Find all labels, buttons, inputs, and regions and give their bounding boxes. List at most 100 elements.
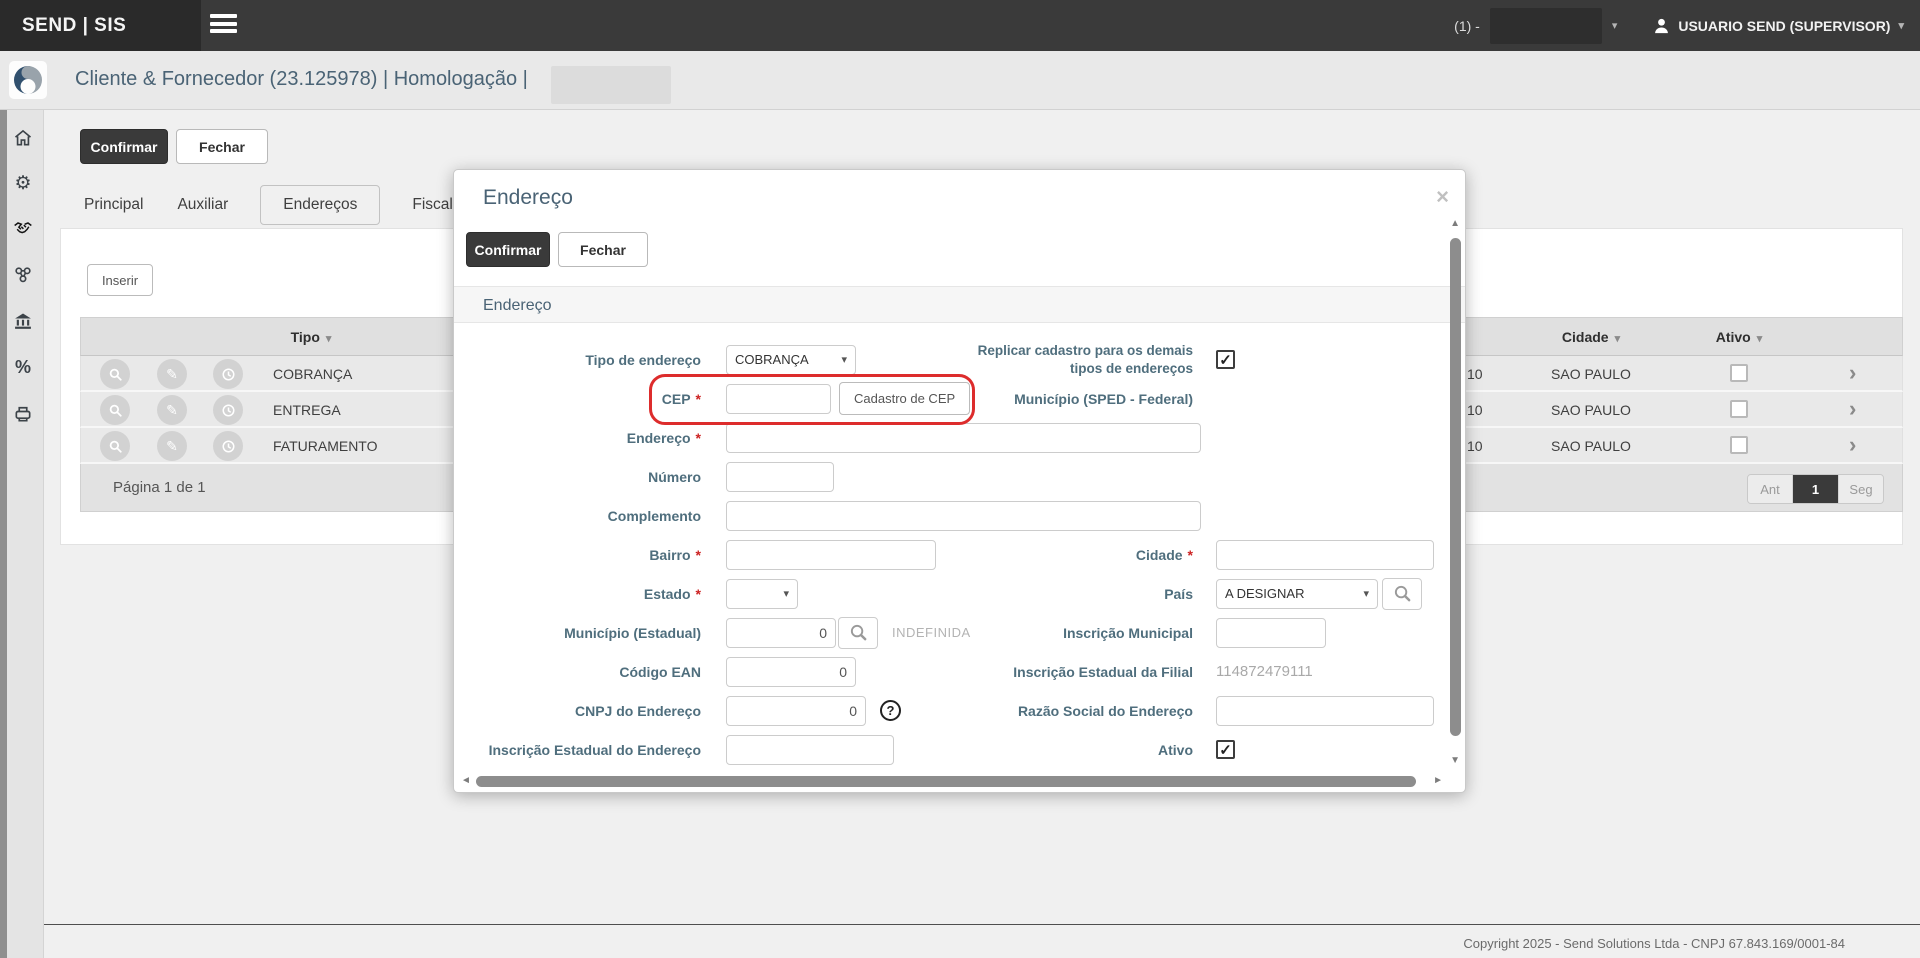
- cell-tipo: ENTREGA: [273, 402, 341, 418]
- municipio-estadual-label: Município (Estadual): [564, 624, 701, 641]
- razao-social-input[interactable]: [1216, 695, 1434, 726]
- cep-input[interactable]: [726, 383, 831, 414]
- replicar-label: Replicar cadastro para os demais tipos d…: [977, 342, 1193, 376]
- modal-close-button[interactable]: Fechar: [558, 232, 648, 267]
- modal-confirm-button[interactable]: Confirmar: [466, 232, 550, 267]
- horizontal-scrollbar-thumb[interactable]: [476, 776, 1416, 787]
- ativo-checkbox[interactable]: [1730, 364, 1748, 382]
- tab-fiscal[interactable]: Fiscal: [410, 186, 454, 224]
- bank-icon[interactable]: [12, 310, 34, 332]
- complemento-input[interactable]: [726, 500, 1201, 531]
- pais-select[interactable]: A DESIGNAR ▾: [1216, 578, 1378, 609]
- scroll-left-icon[interactable]: ◄: [461, 775, 471, 786]
- scroll-down-icon[interactable]: ▼: [1450, 755, 1460, 766]
- edit-pencil-icon[interactable]: ✎: [157, 359, 187, 389]
- codigo-ean-label: Código EAN: [619, 663, 701, 680]
- cnpj-endereco-input[interactable]: [726, 695, 866, 726]
- tab-principal[interactable]: Principal: [82, 186, 145, 224]
- replicar-checkbox[interactable]: ✓: [1216, 350, 1235, 369]
- row-chevron-icon[interactable]: ›: [1849, 392, 1856, 426]
- insert-button[interactable]: Inserir: [87, 264, 153, 296]
- bairro-input[interactable]: [726, 539, 936, 570]
- ie-filial-value: 114872479111: [1216, 663, 1313, 680]
- sidebar-scrollbar[interactable]: [0, 110, 7, 958]
- endereco-modal: × Endereço Confirmar Fechar Endereço Tip…: [453, 169, 1466, 793]
- inscricao-municipal-label: Inscrição Municipal: [1063, 624, 1193, 641]
- navbar-right: (1) - ▾ USUARIO SEND (SUPERVISOR) ▾: [1454, 0, 1904, 51]
- scroll-right-icon[interactable]: ►: [1433, 775, 1443, 786]
- column-header-cidade[interactable]: Cidade ▾: [1511, 318, 1671, 359]
- tab-auxiliar[interactable]: Auxiliar: [175, 186, 230, 224]
- tipo-endereco-select[interactable]: COBRANÇA ▾: [726, 344, 856, 375]
- bairro-label: Bairro: [649, 546, 691, 563]
- network-nodes-icon[interactable]: [12, 264, 34, 286]
- vertical-scrollbar-thumb[interactable]: [1450, 238, 1461, 736]
- pais-label: País: [1164, 585, 1193, 602]
- tab-enderecos[interactable]: Endereços: [260, 184, 381, 225]
- cidade-input[interactable]: [1216, 539, 1434, 570]
- history-clock-icon[interactable]: [213, 431, 243, 461]
- cell-cidade: SAO PAULO: [1551, 366, 1631, 382]
- history-clock-icon[interactable]: [213, 395, 243, 425]
- ativo-checkbox[interactable]: [1730, 436, 1748, 454]
- cell-cep-fragment: 10: [1467, 366, 1483, 382]
- view-icon[interactable]: [100, 359, 130, 389]
- printer-icon[interactable]: [12, 403, 34, 425]
- help-icon[interactable]: ?: [880, 700, 901, 721]
- form-row-municipio-estadual: Município (Estadual) INDEFINIDA Inscriçã…: [454, 613, 1450, 652]
- codigo-ean-input[interactable]: [726, 656, 856, 687]
- settings-gears-icon[interactable]: ⚙: [12, 172, 34, 194]
- cell-cep-fragment: 10: [1467, 438, 1483, 454]
- column-header-tipo[interactable]: Tipo ▾: [251, 318, 371, 359]
- edit-pencil-icon[interactable]: ✎: [157, 431, 187, 461]
- user-label: USUARIO SEND (SUPERVISOR): [1678, 17, 1891, 34]
- select-caret-icon: ▾: [1363, 588, 1369, 600]
- company-name-redacted: [1489, 7, 1602, 44]
- municipio-search-button[interactable]: [838, 616, 878, 649]
- form-row-estado-pais: Estado * ▾ País A DESIGNAR ▾: [454, 574, 1450, 613]
- row-chevron-icon[interactable]: ›: [1849, 356, 1856, 390]
- close-button[interactable]: Fechar: [176, 129, 268, 164]
- form-row-cnpj: CNPJ do Endereço ? Razão Social do Ender…: [454, 691, 1450, 730]
- home-icon[interactable]: [12, 127, 34, 149]
- form-row-bairro-cidade: Bairro * Cidade *: [454, 535, 1450, 574]
- hamburger-menu-icon[interactable]: [210, 14, 237, 37]
- endereco-input[interactable]: [726, 422, 1201, 453]
- view-icon[interactable]: [100, 395, 130, 425]
- history-clock-icon[interactable]: [213, 359, 243, 389]
- pagination-current[interactable]: 1: [1793, 475, 1838, 503]
- row-chevron-icon[interactable]: ›: [1849, 428, 1856, 462]
- scroll-up-icon[interactable]: ▲: [1450, 218, 1460, 229]
- partners-handshake-icon[interactable]: [12, 217, 34, 239]
- municipio-estadual-input[interactable]: [726, 617, 836, 648]
- cadastro-cep-button[interactable]: Cadastro de CEP: [839, 382, 971, 415]
- edit-pencil-icon[interactable]: ✎: [157, 395, 187, 425]
- inscricao-municipal-input[interactable]: [1216, 617, 1326, 648]
- pagination-prev[interactable]: Ant: [1748, 475, 1793, 503]
- page-title: Cliente & Fornecedor (23.125978) | Homol…: [75, 68, 528, 90]
- modal-close-icon[interactable]: ×: [1436, 184, 1449, 210]
- company-dropdown-caret-icon[interactable]: ▾: [1612, 19, 1618, 32]
- sort-caret-icon: ▾: [1756, 333, 1763, 345]
- user-icon: [1655, 18, 1669, 34]
- form-row-codigo-ean: Código EAN Inscrição Estadual da Filial …: [454, 652, 1450, 691]
- percent-icon[interactable]: %: [12, 356, 34, 378]
- user-menu[interactable]: USUARIO SEND (SUPERVISOR) ▾: [1653, 17, 1904, 34]
- pais-search-button[interactable]: [1382, 577, 1422, 610]
- estado-select[interactable]: ▾: [726, 578, 798, 609]
- municipio-status-text: INDEFINIDA: [892, 625, 971, 640]
- check-icon: ✓: [1219, 351, 1232, 369]
- select-caret-icon: ▾: [783, 588, 789, 600]
- form-row-cep: CEP * Cadastro de CEP Município (SPED - F…: [454, 379, 1450, 418]
- pagination-next[interactable]: Seg: [1838, 475, 1883, 503]
- confirm-button[interactable]: Confirmar: [80, 129, 168, 164]
- magnifier-icon: [850, 624, 866, 641]
- cnpj-endereco-label: CNPJ do Endereço: [574, 702, 701, 719]
- column-header-ativo[interactable]: Ativo ▾: [1689, 318, 1789, 359]
- ativo-checkbox-modal[interactable]: ✓: [1216, 740, 1235, 759]
- numero-input[interactable]: [726, 461, 834, 492]
- ie-endereco-input[interactable]: [726, 734, 894, 765]
- ativo-checkbox[interactable]: [1730, 400, 1748, 418]
- page-title-redacted: [551, 66, 671, 104]
- view-icon[interactable]: [100, 431, 130, 461]
